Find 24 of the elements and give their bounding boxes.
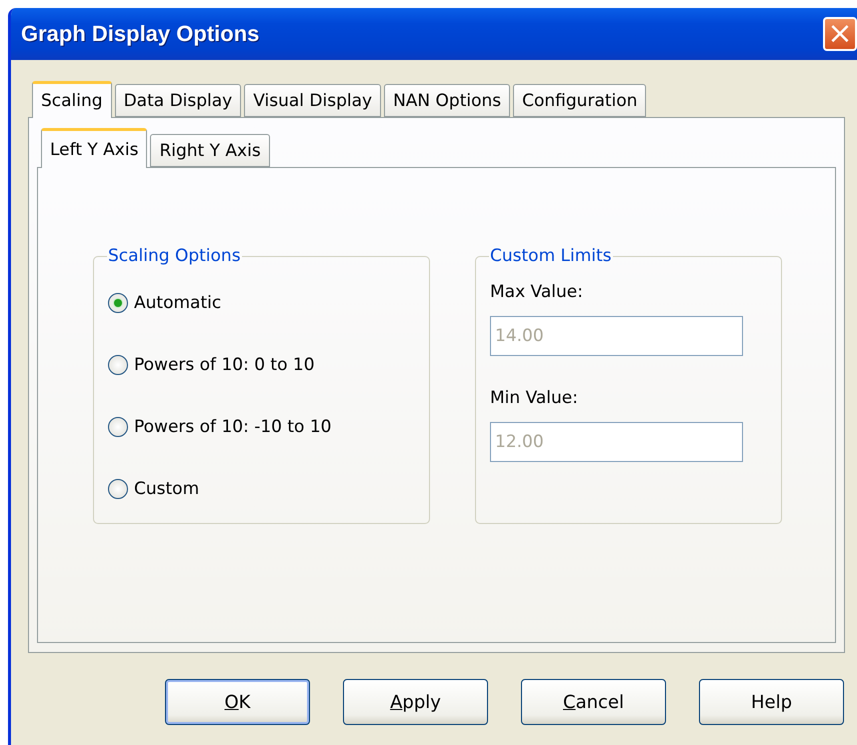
radio-label[interactable]: Custom — [134, 479, 200, 499]
radio-button[interactable] — [108, 417, 128, 437]
radio-label[interactable]: Powers of 10: -10 to 10 — [134, 417, 332, 437]
radio-label[interactable]: Automatic — [134, 293, 222, 313]
radio-button[interactable] — [108, 293, 128, 313]
field-label: Min Value: — [490, 388, 579, 410]
window-title: Graph Display Options — [21, 21, 260, 47]
tab[interactable]: Right Y Axis — [150, 134, 270, 167]
dialog-button[interactable]: Help — [699, 679, 844, 725]
field-label: Max Value: — [490, 282, 584, 304]
dialog-button[interactable]: Cancel — [521, 679, 666, 725]
tab[interactable]: NAN Options — [384, 84, 510, 117]
radio-button[interactable] — [108, 479, 128, 499]
tab[interactable]: Visual Display — [244, 84, 382, 117]
tab[interactable]: Left Y Axis — [41, 128, 148, 168]
tab[interactable]: Data Display — [114, 84, 242, 117]
tab[interactable]: Configuration — [513, 84, 646, 117]
group-title: Custom Limits — [489, 246, 613, 266]
tab[interactable]: Scaling — [32, 81, 112, 118]
dialog-button[interactable]: Apply — [343, 679, 488, 725]
group-title: Scaling Options — [107, 246, 242, 266]
radio-label[interactable]: Powers of 10: 0 to 10 — [134, 355, 315, 375]
radio-button[interactable] — [108, 355, 128, 375]
dialog-button[interactable]: OK — [165, 679, 310, 725]
